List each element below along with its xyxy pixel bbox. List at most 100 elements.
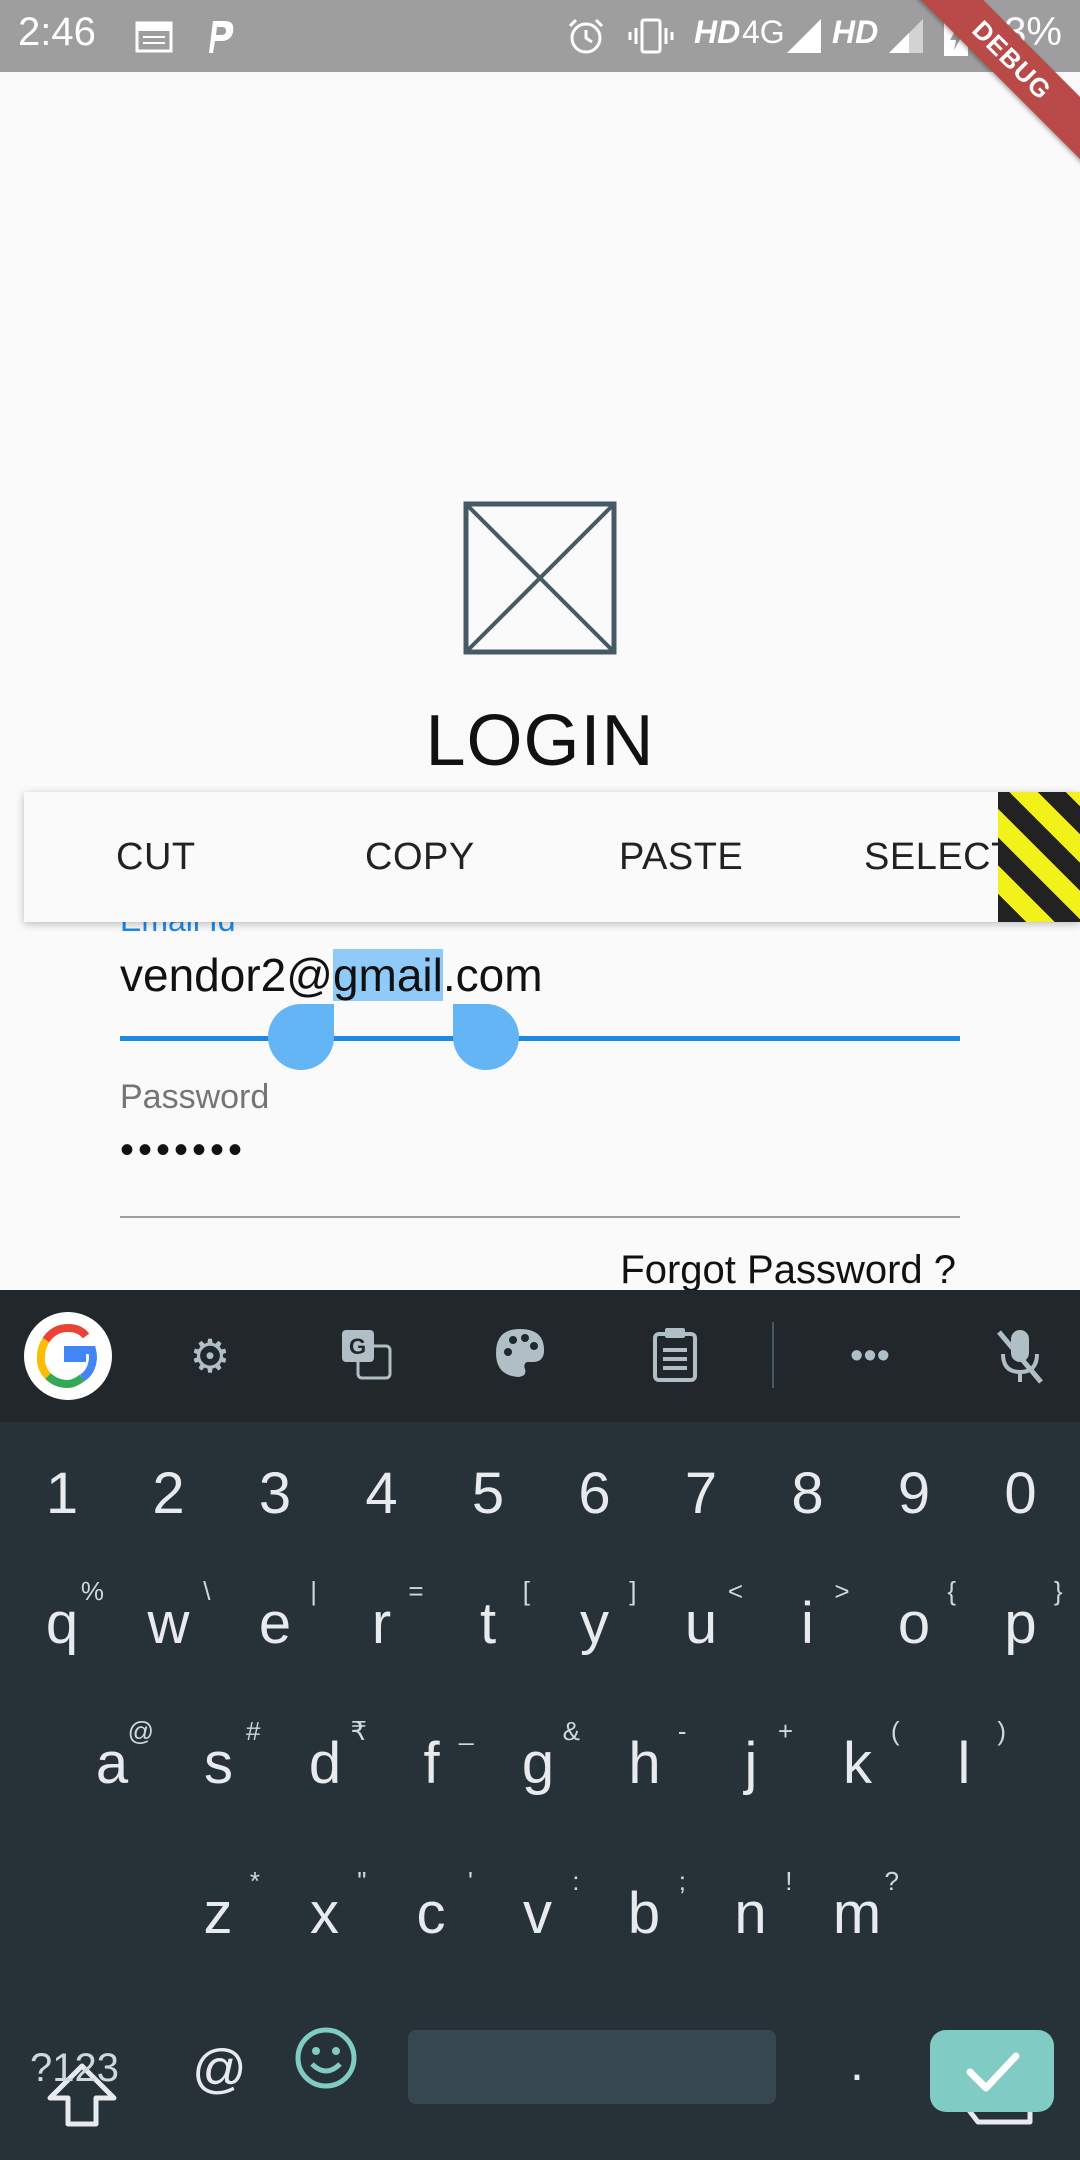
key-alt-label: [: [522, 1576, 530, 1606]
number-key[interactable]: 5: [438, 1460, 538, 1527]
letter-key[interactable]: y]: [545, 1576, 645, 1657]
enter-key[interactable]: [930, 2030, 1054, 2112]
letter-key[interactable]: d ₹: [275, 1716, 375, 1797]
number-key[interactable]: 1: [12, 1460, 112, 1527]
number-key[interactable]: 7: [651, 1460, 751, 1527]
letter-key[interactable]: w \: [119, 1576, 219, 1657]
key-label: 0: [1004, 1461, 1037, 1526]
letter-key[interactable]: f _: [382, 1716, 482, 1797]
number-key[interactable]: 3: [225, 1460, 325, 1527]
number-key[interactable]: 6: [545, 1460, 645, 1527]
letter-key[interactable]: j +: [701, 1716, 801, 1797]
space-key[interactable]: [408, 2030, 776, 2104]
letter-key[interactable]: g &: [488, 1716, 588, 1797]
letter-key[interactable]: q%: [12, 1576, 112, 1657]
key-label: q: [45, 1591, 79, 1656]
key-alt-label: +: [777, 1716, 793, 1746]
key-alt-label: {: [947, 1576, 956, 1606]
letter-key[interactable]: s #: [169, 1716, 269, 1797]
email-field[interactable]: vendor2@gmail.com: [120, 948, 543, 1002]
key-label: v: [523, 1881, 552, 1946]
letter-key[interactable]: b;: [594, 1866, 694, 1947]
clipboard-icon[interactable]: [645, 1326, 705, 1386]
key-alt-label: !: [785, 1866, 793, 1896]
letter-key[interactable]: k(: [808, 1716, 908, 1797]
key-alt-label: %: [80, 1576, 104, 1606]
key-label: u: [684, 1591, 718, 1656]
text-selection-toolbar: CUT COPY PASTE SELECT ALL: [24, 792, 1080, 922]
key-label: 9: [897, 1461, 931, 1526]
letter-key[interactable]: m?: [807, 1866, 907, 1947]
password-field[interactable]: •••••••: [120, 1128, 246, 1173]
translate-icon[interactable]: G: [336, 1326, 396, 1386]
letter-key[interactable]: p}: [971, 1576, 1071, 1657]
cut-button[interactable]: CUT: [116, 836, 196, 879]
key-label: w: [147, 1591, 190, 1656]
more-options-icon[interactable]: •••: [840, 1326, 900, 1386]
key-alt-label: }: [1053, 1576, 1063, 1606]
key-alt-label: |: [310, 1576, 317, 1606]
at-key[interactable]: @: [192, 2038, 247, 2100]
key-label: y: [580, 1591, 609, 1656]
letter-key[interactable]: v:: [488, 1866, 588, 1947]
number-key[interactable]: 4: [332, 1460, 432, 1527]
letter-key[interactable]: c ': [381, 1866, 481, 1947]
letter-key[interactable]: i >: [758, 1576, 858, 1657]
key-label: g: [521, 1731, 555, 1796]
key-label: 4: [365, 1461, 398, 1526]
forgot-password-link[interactable]: Forgot Password ?: [620, 1248, 956, 1293]
mic-off-icon[interactable]: [990, 1326, 1050, 1386]
key-label: f: [423, 1731, 440, 1796]
key-label: 3: [258, 1461, 292, 1526]
emoji-icon[interactable]: [294, 2026, 358, 2090]
password-field-underline: [120, 1216, 960, 1218]
number-key[interactable]: 8: [758, 1460, 858, 1527]
password-field-label: Password: [120, 1078, 270, 1116]
paste-button[interactable]: PASTE: [619, 836, 743, 879]
key-label: c: [416, 1881, 446, 1946]
key-label: r: [371, 1591, 392, 1656]
key-label: 5: [471, 1461, 505, 1526]
selection-end-handle[interactable]: [453, 1004, 519, 1070]
key-alt-label: _: [459, 1716, 474, 1746]
letter-key[interactable]: l): [914, 1716, 1014, 1797]
key-label: m: [832, 1881, 882, 1946]
soft-keyboard: ⚙ G ••• ?123 @ . 1 2 3 4 5 6 7 8 9 0 q% w \ e | r = t[y] u…: [0, 1290, 1080, 2160]
svg-text:G: G: [349, 1334, 366, 1359]
symbols-key[interactable]: ?123: [30, 2046, 119, 2091]
period-key[interactable]: .: [850, 2034, 864, 2092]
letter-key[interactable]: x ": [275, 1866, 375, 1947]
letter-key[interactable]: r =: [332, 1576, 432, 1657]
letter-key[interactable]: h-: [595, 1716, 695, 1797]
network-type-2: 4G: [742, 14, 785, 50]
theme-palette-icon[interactable]: [490, 1326, 550, 1386]
letter-key[interactable]: t[: [438, 1576, 538, 1657]
key-label: 7: [684, 1461, 718, 1526]
number-key[interactable]: 9: [864, 1460, 964, 1527]
key-label: j: [744, 1731, 758, 1796]
letter-key[interactable]: o{: [864, 1576, 964, 1657]
google-icon[interactable]: [24, 1312, 112, 1400]
network-type-1: HD: [694, 14, 741, 50]
letter-key[interactable]: z *: [168, 1866, 268, 1947]
key-label: 2: [152, 1461, 185, 1526]
key-alt-label: \: [203, 1576, 211, 1606]
letter-key[interactable]: u <: [651, 1576, 751, 1657]
key-alt-label: @: [127, 1716, 154, 1746]
letter-key[interactable]: n!: [701, 1866, 801, 1947]
copy-button[interactable]: COPY: [365, 836, 475, 879]
settings-gear-icon[interactable]: ⚙: [180, 1326, 240, 1386]
overflow-warning-stripe: [998, 792, 1080, 922]
email-text-selected: gmail: [332, 949, 443, 1001]
key-label: d: [308, 1731, 342, 1796]
key-label: a: [95, 1731, 129, 1796]
letter-key[interactable]: e |: [225, 1576, 325, 1657]
key-label: x: [310, 1881, 339, 1946]
key-alt-label: ": [357, 1866, 367, 1896]
number-key[interactable]: 2: [119, 1460, 219, 1527]
alarm-icon: [564, 14, 608, 58]
key-label: 6: [578, 1461, 611, 1526]
selection-start-handle[interactable]: [268, 1004, 334, 1070]
letter-key[interactable]: a @: [62, 1716, 162, 1797]
number-key[interactable]: 0: [971, 1460, 1071, 1527]
